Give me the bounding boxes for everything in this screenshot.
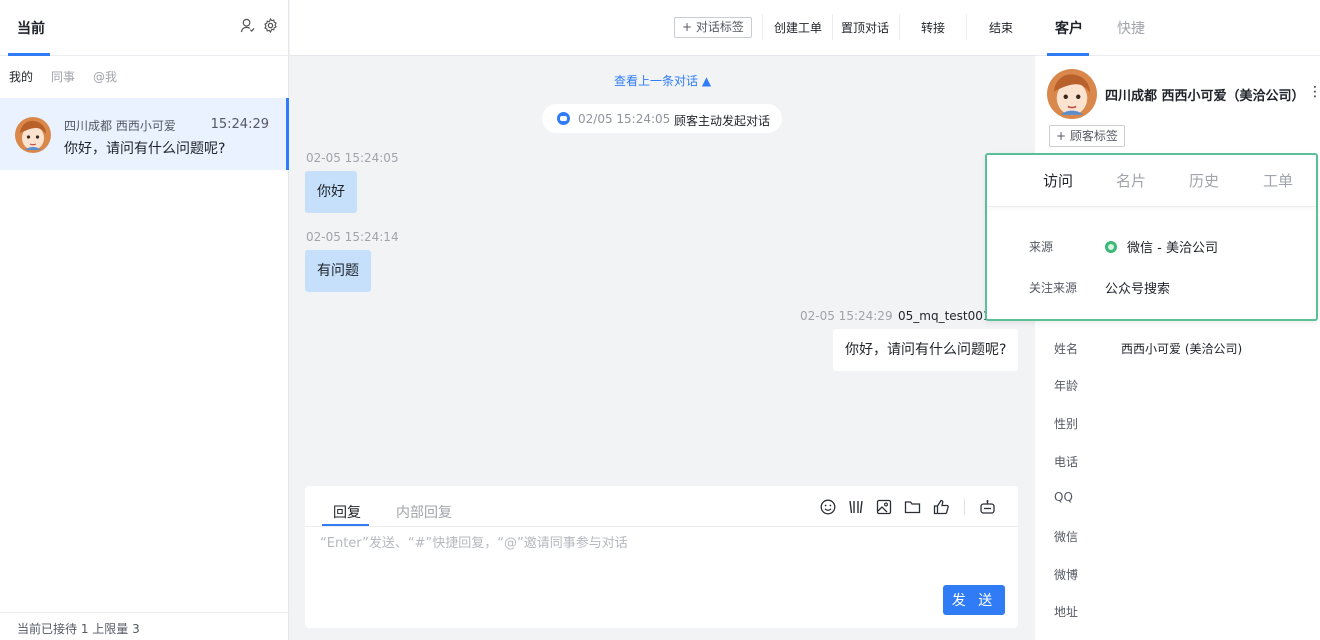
emoji-icon[interactable]: [820, 499, 836, 515]
quick-phrase-icon[interactable]: [848, 499, 864, 515]
conversation-list-panel: 当前 我的 同事 @我 四川成都 西西小可爱 15:24:29 你好，请问有什么…: [0, 0, 289, 640]
folder-icon[interactable]: [904, 499, 921, 515]
reply-tabs: 回复 内部回复: [305, 486, 1018, 527]
gear-icon[interactable]: [263, 18, 278, 33]
reply-box: 回复 内部回复 发 送: [305, 486, 1018, 628]
conversation-customer-name: 四川成都 西西小可爱: [64, 119, 176, 133]
message-time: 02-05 15:24:05: [306, 151, 399, 165]
transfer-button[interactable]: 转接: [921, 19, 945, 36]
field-label-name: 姓名: [1054, 342, 1079, 356]
toolbar-divider: [966, 14, 967, 40]
end-conversation-button[interactable]: 结束: [989, 19, 1013, 36]
field-label-gender: 性别: [1054, 417, 1079, 431]
tab-internal-reply[interactable]: 内部回复: [396, 502, 452, 522]
left-panel-tools: [240, 18, 278, 33]
source-label: 来源: [1029, 240, 1054, 254]
customer-name: 四川成都 西西小可爱（美洽公司）: [1105, 89, 1305, 104]
message-time: 02-05 15:24:14: [306, 230, 399, 244]
tab-current[interactable]: 当前: [17, 18, 45, 38]
conversation-time: 15:24:29: [210, 117, 269, 132]
tab-current-indicator: [8, 53, 50, 56]
customer-profile-avatar: [1047, 69, 1097, 119]
left-panel-header: 当前: [0, 0, 288, 56]
tab-business-card[interactable]: 名片: [1116, 170, 1146, 191]
filter-tab-mentions[interactable]: @我: [93, 68, 117, 85]
visit-info-card: 访问 名片 历史 工单 来源 微信 - 美洽公司 关注来源 公众号搜索: [985, 153, 1318, 321]
system-message: 02/05 15:24:05 顾客主动发起对话: [542, 104, 782, 133]
thumbs-up-icon[interactable]: [933, 499, 950, 515]
message-time: 02-05 15:24:29: [800, 309, 893, 323]
reply-tools: [820, 499, 996, 515]
tab-reply-indicator: [322, 524, 369, 526]
robot-icon[interactable]: [979, 499, 996, 515]
source-value-text: 微信 - 美洽公司: [1127, 241, 1218, 256]
field-label-phone: 电话: [1054, 455, 1079, 469]
system-message-text: 顾客主动发起对话: [674, 114, 771, 128]
tab-customer[interactable]: 客户: [1055, 18, 1083, 38]
agent-name: 05_mq_test001: [898, 309, 991, 323]
field-value-name[interactable]: 西西小可爱 (美洽公司): [1121, 340, 1242, 357]
reply-input[interactable]: [320, 536, 1000, 551]
filter-tab-mine[interactable]: 我的: [9, 68, 33, 85]
tab-quick[interactable]: 快捷: [1117, 18, 1145, 38]
visit-card-tabs: 访问 名片 历史 工单: [987, 155, 1316, 207]
customer-avatar: [15, 117, 51, 153]
add-conversation-tag-button[interactable]: + 对话标签: [674, 17, 752, 38]
send-button[interactable]: 发 送: [943, 585, 1005, 615]
source-value: 微信 - 美洽公司: [1105, 237, 1218, 256]
tab-visit[interactable]: 访问: [1043, 170, 1073, 191]
agent-message: 你好，请问有什么问题呢?: [833, 329, 1019, 371]
pin-conversation-button[interactable]: 置顶对话: [841, 19, 889, 36]
add-customer-tag-button[interactable]: + 顾客标签: [1049, 125, 1125, 147]
toolbar-divider: [762, 14, 763, 40]
follow-source-label: 关注来源: [1029, 281, 1078, 295]
field-label-qq: QQ: [1054, 490, 1073, 504]
conversation-filter-tabs: 我的 同事 @我: [0, 56, 288, 96]
field-label-wechat: 微信: [1054, 530, 1079, 544]
conversation-toolbar: + 对话标签 创建工单 置顶对话 转接 结束: [290, 0, 1035, 56]
more-options-icon[interactable]: ⋮: [1308, 84, 1320, 100]
create-ticket-button[interactable]: 创建工单: [774, 19, 822, 36]
filter-tab-colleagues[interactable]: 同事: [51, 68, 75, 85]
view-previous-conversation-link[interactable]: 查看上一条对话 ▲: [614, 72, 711, 89]
field-label-weibo: 微博: [1054, 568, 1079, 582]
follow-source-value: 公众号搜索: [1105, 282, 1171, 297]
toolbar-divider: [832, 14, 833, 40]
customer-message: 你好: [305, 171, 357, 213]
system-message-time: 02/05 15:24:05: [578, 112, 671, 126]
tools-divider: [964, 499, 965, 515]
user-icon[interactable]: [240, 18, 255, 33]
tab-tickets[interactable]: 工单: [1263, 170, 1293, 191]
tab-customer-indicator: [1047, 53, 1089, 56]
chat-bubble-icon: [557, 112, 570, 125]
conversation-item[interactable]: 四川成都 西西小可爱 15:24:29 你好，请问有什么问题呢?: [0, 98, 289, 170]
conversation-last-message: 你好，请问有什么问题呢?: [64, 141, 226, 157]
tab-reply[interactable]: 回复: [333, 502, 361, 522]
image-icon[interactable]: [876, 499, 892, 515]
customer-message: 有问题: [305, 250, 371, 292]
capacity-status: 当前已接待 1 上限量 3: [0, 612, 289, 640]
field-label-age: 年龄: [1054, 379, 1079, 393]
wechat-icon: [1105, 241, 1117, 253]
field-label-address: 地址: [1054, 605, 1079, 619]
tab-history[interactable]: 历史: [1189, 170, 1219, 191]
toolbar-divider: [899, 14, 900, 40]
right-panel-header: 客户 快捷: [1035, 0, 1320, 56]
